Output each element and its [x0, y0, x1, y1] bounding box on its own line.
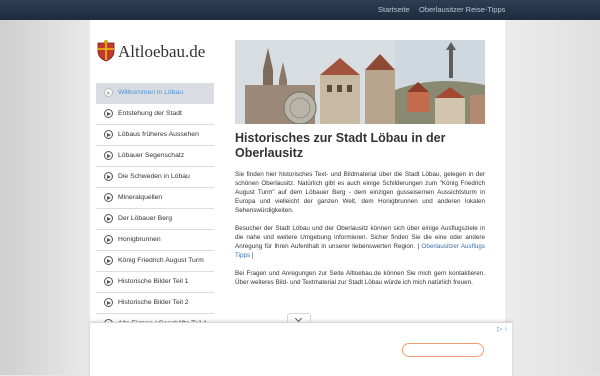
arrow-right-icon [104, 172, 113, 181]
arrow-right-icon [104, 298, 113, 307]
sidebar-item-entstehung[interactable]: Entstehung der Stadt [96, 104, 214, 125]
sidebar-item-label: Mineralquellen [118, 194, 163, 201]
sidebar-item-bilder-teil-2[interactable]: Historische Bilder Teil 2 [96, 293, 214, 314]
town-collage-image [235, 40, 485, 124]
arrow-right-icon [104, 151, 113, 160]
page-title: Historisches zur Stadt Löbau in der Ober… [235, 131, 446, 160]
sidebar-item-label: König Friedrich August Turm [118, 257, 204, 264]
sidebar-item-label: Die Schweden in Löbau [118, 173, 190, 180]
right-background [505, 20, 600, 375]
close-icon[interactable]: ⁝ [505, 325, 507, 333]
arrow-right-icon [104, 109, 113, 118]
separator-text: | [251, 252, 254, 259]
sidebar-item-frueheres-aussehen[interactable]: Löbaus früheres Aussehen [96, 125, 214, 146]
intro-paragraph: Sie finden hier historisches Text- und B… [235, 171, 485, 214]
sidebar-item-label: Historische Bilder Teil 1 [118, 278, 189, 285]
arrow-right-icon [104, 277, 113, 286]
arrow-right-icon [104, 130, 113, 139]
sidebar-item-schweden[interactable]: Die Schweden in Löbau [96, 167, 214, 188]
sidebar-item-label: Löbaus früheres Aussehen [118, 131, 199, 138]
sidebar-item-label: Der Löbauer Berg [118, 215, 173, 222]
sidebar-item-loebauer-berg[interactable]: Der Löbauer Berg [96, 209, 214, 230]
sidebar-item-bilder-teil-1[interactable]: Historische Bilder Teil 1 [96, 272, 214, 293]
header-image-town-collage [235, 40, 485, 124]
adchoices-icon[interactable]: ▷ [497, 325, 502, 333]
arrow-right-icon [104, 256, 113, 265]
arrow-right-icon [104, 88, 113, 97]
contact-paragraph: Bei Fragen und Anregungen zur Seite Altl… [235, 270, 485, 286]
ad-cta-button[interactable] [402, 343, 484, 357]
sidebar-item-label: Honigbrunnen [118, 236, 161, 243]
top-navigation-bar: Startseite Oberlausitzer Reise-Tipps [0, 0, 600, 20]
sidebar-item-segenschatz[interactable]: Löbauer Segenschatz [96, 146, 214, 167]
left-background [0, 20, 90, 375]
nav-link-startseite[interactable]: Startseite [378, 5, 410, 14]
sidebar-item-mineralquellen[interactable]: Mineralquellen [96, 188, 214, 209]
sidebar-item-label: Historische Bilder Teil 2 [118, 299, 189, 306]
logo-text: Altloebau.de [118, 42, 206, 61]
site-logo[interactable]: Altloebau.de [96, 40, 216, 66]
sidebar-item-willkommen[interactable]: Willkommen in Löbau [96, 83, 214, 104]
arrow-right-icon [104, 235, 113, 244]
nav-link-reise-tipps[interactable]: Oberlausitzer Reise-Tipps [419, 5, 505, 14]
visitor-paragraph: Besucher der Stadt Löbau und der Oberlau… [235, 224, 485, 260]
main-content: Historisches zur Stadt Löbau in der Ober… [235, 131, 485, 287]
sidebar-item-honigbrunnen[interactable]: Honigbrunnen [96, 230, 214, 251]
sidebar-menu: Willkommen in Löbau Entstehung der Stadt… [96, 83, 214, 335]
sidebar-item-label: Willkommen in Löbau [118, 89, 183, 96]
coat-of-arms-icon [97, 40, 115, 62]
arrow-right-icon [104, 193, 113, 202]
sidebar-item-label: Löbauer Segenschatz [118, 152, 185, 159]
sidebar-item-turm[interactable]: König Friedrich August Turm [96, 251, 214, 272]
sidebar-item-label: Entstehung der Stadt [118, 110, 182, 117]
arrow-right-icon [104, 214, 113, 223]
